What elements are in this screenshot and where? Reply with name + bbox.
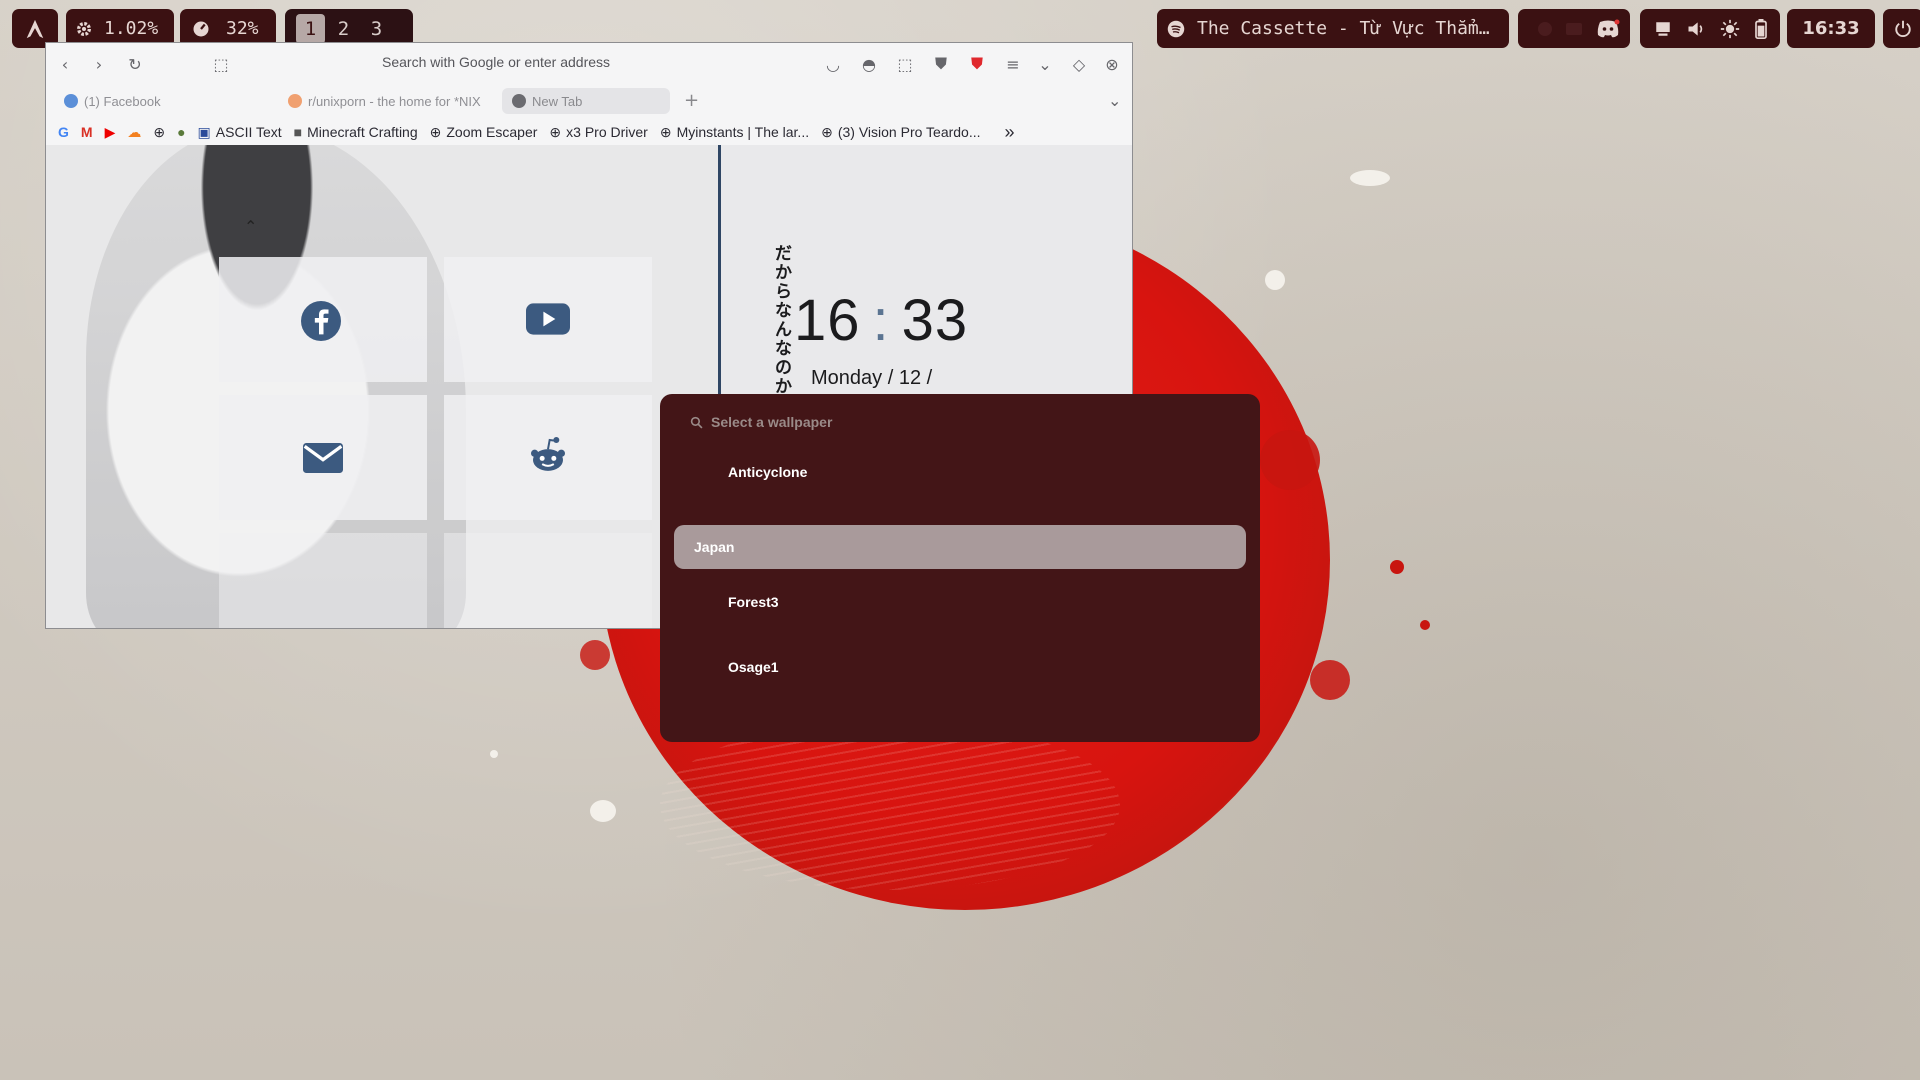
google-icon[interactable]: G [58, 124, 69, 140]
tab-facebook[interactable]: (1) Facebook [54, 88, 274, 114]
power-icon [1895, 20, 1911, 37]
bookmark-minecraft[interactable]: ■ Minecraft Crafting [294, 124, 418, 140]
facebook-icon [301, 301, 341, 341]
pocket-icon[interactable]: ◡ [822, 53, 844, 75]
tab-new-tab[interactable]: New Tab [502, 88, 670, 114]
bookmark-myinstants[interactable]: ⊕ Myinstants | The lar... [660, 124, 809, 141]
gauge-icon [193, 21, 209, 36]
wallpaper-picker: Select a wallpaper Anticyclone Japan For… [660, 394, 1260, 742]
wallpaper-item-japan[interactable]: Japan [674, 525, 1246, 569]
ascii-icon: ▣ [197, 123, 211, 140]
shield-icon[interactable]: ⛊ [966, 53, 988, 75]
chevron-down-icon[interactable]: ⌄ [1034, 53, 1056, 75]
wallpaper-item-forest3[interactable]: Forest3 [674, 580, 1246, 624]
sea-waves [660, 720, 1120, 890]
wallpaper-item-anticyclone[interactable]: Anticyclone [674, 450, 1246, 494]
workspace-2[interactable]: 2 [329, 14, 358, 44]
workspace-1[interactable]: 1 [296, 13, 325, 44]
clock[interactable]: 16:33 [1787, 9, 1875, 48]
search-icon [690, 416, 703, 428]
incognito-icon[interactable]: ◓ [858, 53, 880, 75]
memory-value: 32% [226, 18, 259, 39]
shortcut-youtube[interactable] [444, 257, 652, 382]
bookmarks-bar: G M ▶ ☁ ⊕ ● ▣ ASCII Text ■ Minecraft Craft… [46, 117, 1132, 147]
globe-icon: ⊕ [659, 123, 672, 140]
volume-icon[interactable] [1686, 19, 1706, 39]
cloudflare-icon[interactable]: ☁ [127, 124, 141, 141]
collapse-chevron-icon[interactable]: ⌃ [244, 217, 257, 236]
brightness-icon[interactable] [1720, 19, 1740, 39]
search-placeholder: Select a wallpaper [711, 414, 833, 430]
minecraft-icon[interactable]: ● [177, 124, 185, 140]
shortcut-mail[interactable] [219, 395, 427, 520]
tray [1518, 9, 1630, 48]
arch-logo-icon [26, 19, 44, 38]
facebook-icon [64, 94, 78, 108]
globe-icon: ⊕ [821, 123, 833, 140]
more-bookmarks-icon[interactable]: » [1005, 122, 1015, 143]
newtab-date: Monday / 12 / [811, 367, 933, 389]
globe-icon[interactable]: ⊕ [153, 124, 165, 141]
reload-icon[interactable]: ↻ [124, 53, 146, 75]
reddit-icon [288, 94, 302, 108]
ublock-icon[interactable]: ⛊ [930, 53, 952, 75]
battery-icon[interactable] [1754, 18, 1768, 39]
youtube-icon [526, 303, 570, 335]
bookmark-ascii[interactable]: ▣ ASCII Text [198, 124, 282, 141]
bookmark-x3[interactable]: ⊕ x3 Pro Driver [549, 124, 647, 141]
nav-toolbar: ‹ › ↻ ⬚ Search with Google or enter addr… [46, 43, 1132, 85]
crafting-icon: ■ [293, 124, 303, 140]
shortcut-facebook[interactable] [219, 257, 427, 382]
menu-icon[interactable]: ≡ [1002, 53, 1024, 75]
bookmark-vision-pro[interactable]: ⊕ (3) Vision Pro Teardo... [821, 124, 980, 141]
diamond-icon[interactable]: ◇ [1068, 53, 1090, 75]
media-widget[interactable]: The Cassette - Từ Vực Thẳm… [1157, 9, 1509, 48]
close-icon[interactable]: ⊗ [1101, 53, 1123, 75]
reddit-icon [531, 437, 565, 471]
gmail-icon[interactable]: M [81, 124, 93, 140]
shortcut-reddit[interactable] [444, 395, 652, 520]
wallpaper-search[interactable]: Select a wallpaper [690, 414, 832, 430]
media-title: The Cassette - Từ Vực Thẳm… [1197, 18, 1490, 39]
new-tab-button[interactable]: + [684, 90, 699, 111]
spotify-icon [1167, 20, 1185, 37]
newtab-clock: 16:33 [794, 288, 969, 353]
power-button[interactable] [1883, 9, 1920, 48]
extensions-icon[interactable]: ⬚ [894, 53, 916, 75]
wallpaper-item-osage1[interactable]: Osage1 [674, 645, 1246, 689]
address-bar[interactable]: Search with Google or enter address [382, 54, 610, 70]
extension-icon[interactable]: ⬚ [210, 53, 232, 75]
tab-bar: (1) Facebook r/unixporn - the home for *… [46, 85, 1132, 117]
discord-icon[interactable] [1596, 19, 1620, 39]
status-widgets [1640, 9, 1780, 48]
cpu-value: 1.02% [104, 18, 159, 39]
display-icon[interactable] [1654, 20, 1672, 38]
shortcuts-pane: ⌃ [46, 145, 718, 628]
globe-icon: ⊕ [429, 123, 442, 140]
newtab-icon [512, 94, 526, 108]
forward-icon[interactable]: › [88, 53, 110, 75]
globe-icon: ⊕ [549, 123, 562, 140]
back-icon[interactable]: ‹ [54, 53, 76, 75]
gear-icon [77, 21, 91, 36]
mail-icon [303, 443, 343, 473]
workspace-3[interactable]: 3 [362, 14, 391, 44]
bookmark-zoom[interactable]: ⊕ Zoom Escaper [430, 124, 538, 141]
list-tabs-icon[interactable]: ⌄ [1108, 91, 1121, 110]
youtube-icon[interactable]: ▶ [105, 124, 116, 141]
tab-unixporn[interactable]: r/unixporn - the home for *NIX [278, 88, 488, 114]
